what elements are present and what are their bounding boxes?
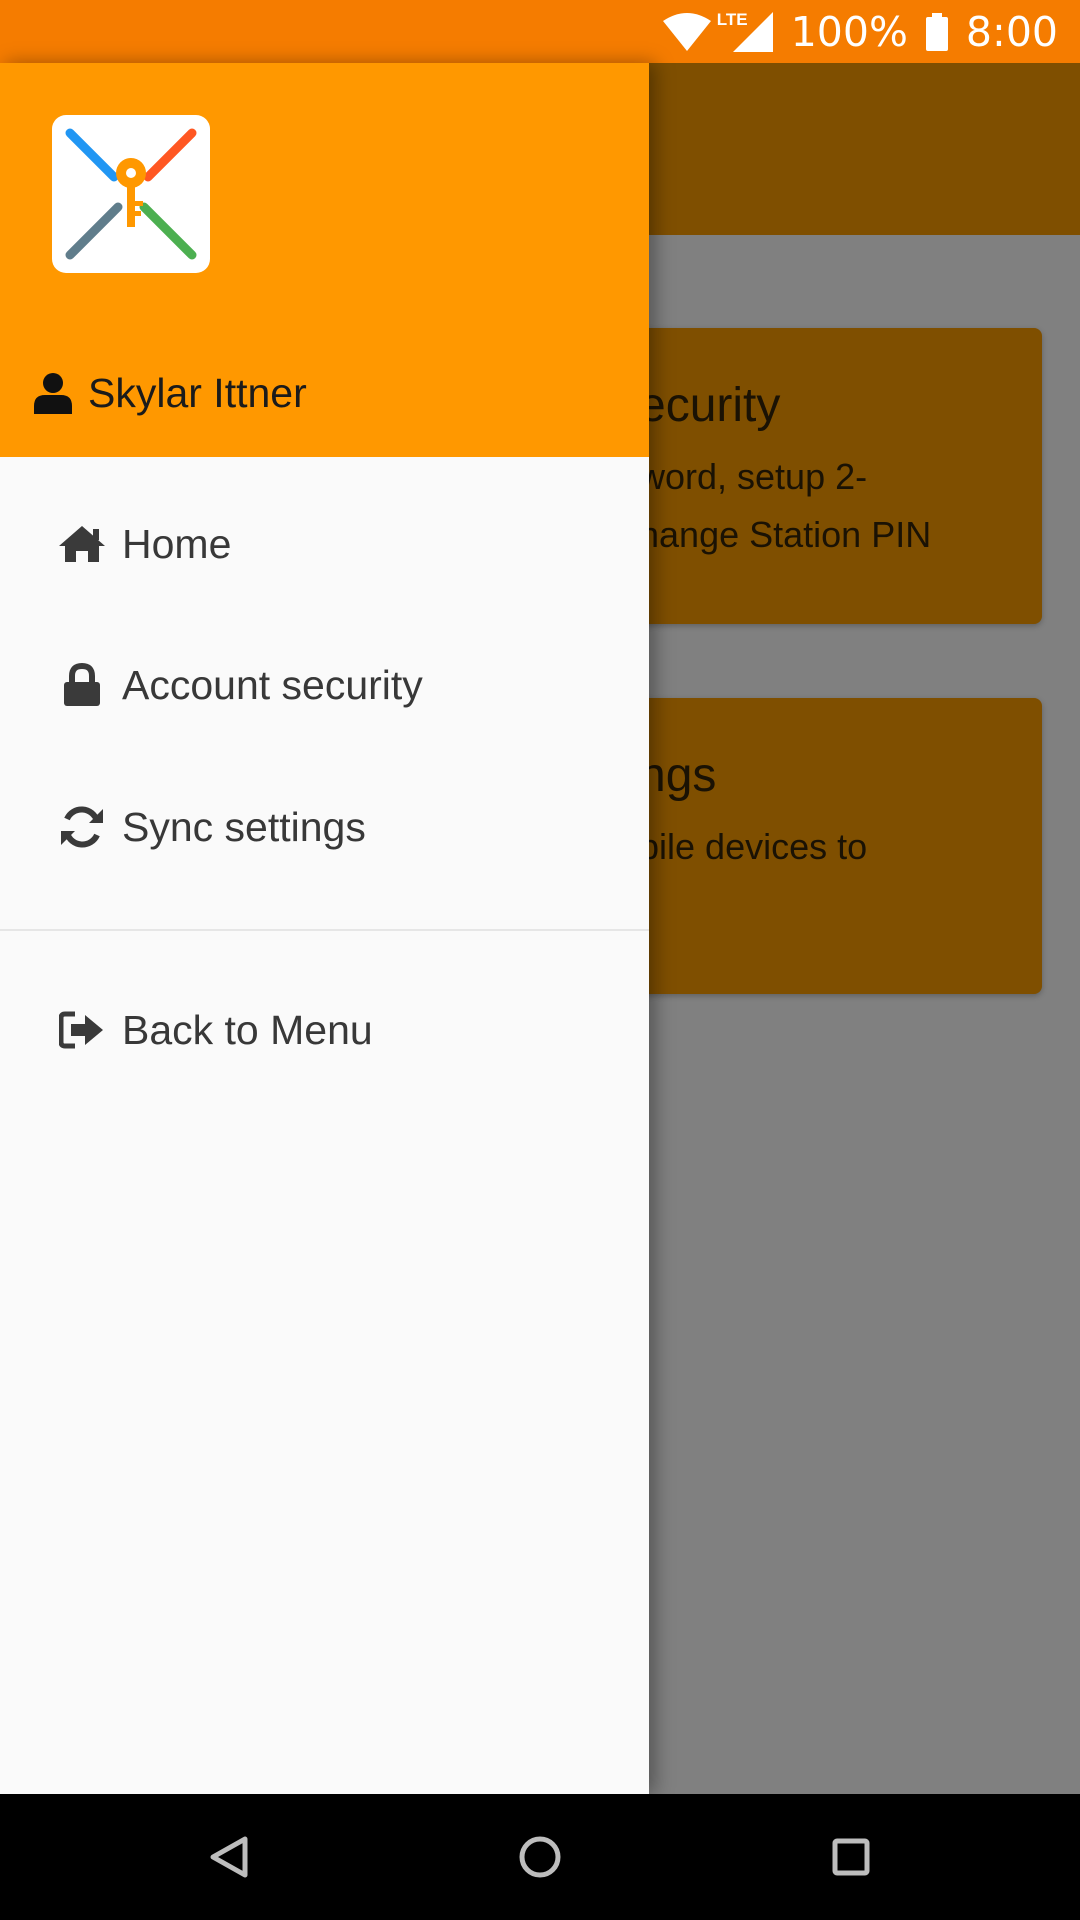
- sync-icon: [52, 797, 112, 857]
- card-description-line: hange Station PIN: [639, 514, 932, 555]
- card-description-line: word, setup 2-: [639, 456, 868, 497]
- clock: 8:00: [965, 7, 1058, 56]
- navigation-drawer: Skylar Ittner Home Account security Sync…: [0, 63, 649, 1794]
- wifi-icon: [662, 12, 711, 51]
- system-navigation-bar: [0, 1794, 1080, 1920]
- drawer-divider: [0, 929, 649, 931]
- status-bar: LTE 100% 8:00: [0, 0, 1080, 63]
- home-circle-icon: [518, 1835, 562, 1879]
- drawer-item-label: Sync settings: [122, 803, 366, 850]
- battery-icon: [925, 12, 948, 51]
- home-button[interactable]: [510, 1827, 570, 1887]
- card-title: ecurity: [639, 379, 781, 432]
- drawer-item-home[interactable]: Home: [0, 489, 649, 599]
- card-title: ngs: [639, 749, 717, 802]
- back-button[interactable]: [199, 1827, 259, 1887]
- drawer-item-account-security[interactable]: Account security: [0, 630, 649, 740]
- sign-out-icon: [52, 1000, 112, 1060]
- recents-button[interactable]: [821, 1827, 881, 1887]
- home-icon: [52, 514, 112, 574]
- network-type-label: LTE: [716, 9, 748, 29]
- drawer-item-back-to-menu[interactable]: Back to Menu: [0, 975, 649, 1085]
- drawer-item-sync-settings[interactable]: Sync settings: [0, 772, 649, 882]
- drawer-item-label: Home: [122, 520, 232, 567]
- drawer-item-label: Account security: [122, 661, 423, 708]
- drawer-item-label: Back to Menu: [122, 1006, 373, 1053]
- lte-signal-icon: LTE: [717, 10, 773, 52]
- user-account-row: Skylar Ittner: [34, 363, 307, 423]
- user-icon: [34, 372, 72, 414]
- drawer-header: Skylar Ittner: [0, 63, 649, 457]
- app-logo-icon: [52, 115, 210, 273]
- battery-percent: 100%: [790, 7, 908, 56]
- card-description-line: bile devices to: [639, 826, 868, 867]
- recents-square-icon: [831, 1837, 871, 1877]
- user-name: Skylar Ittner: [88, 369, 307, 416]
- lock-icon: [52, 655, 112, 715]
- back-triangle-icon: [209, 1835, 249, 1879]
